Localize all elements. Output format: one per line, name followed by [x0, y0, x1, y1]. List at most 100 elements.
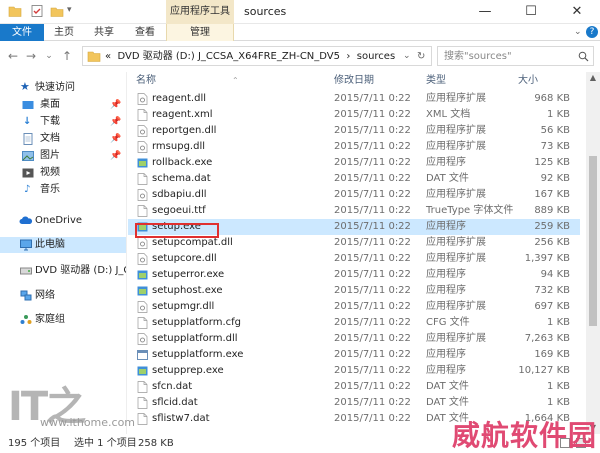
sort-ascending-icon: ⌃ [232, 76, 239, 85]
properties-icon[interactable] [30, 4, 44, 18]
file-size: 167 KB [534, 189, 570, 200]
file-row[interactable]: setupmgr.dll 2015/7/11 0:22 应用程序扩展 697 KB [128, 299, 580, 315]
cloud-icon [19, 216, 33, 224]
tab-home[interactable]: 主页 [44, 24, 84, 41]
expand-ribbon-icon[interactable]: ⌄ [574, 24, 582, 41]
file-row[interactable]: setupcore.dll 2015/7/11 0:22 应用程序扩展 1,397 K… [128, 251, 580, 267]
file-row[interactable]: setuphost.exe 2015/7/11 0:22 应用程序 732 KB [128, 283, 580, 299]
recent-locations-icon[interactable]: ⌄ [42, 49, 56, 63]
nav-desktop[interactable]: 桌面 📌 [0, 97, 126, 113]
column-date[interactable]: 修改日期 [334, 72, 374, 90]
file-row[interactable]: rollback.exe 2015/7/11 0:22 应用程序 125 KB [128, 155, 580, 171]
star-icon: ★ [20, 80, 30, 93]
file-date: 2015/7/11 0:22 [334, 349, 411, 360]
nav-label: OneDrive [35, 215, 83, 226]
file-size: 94 KB [540, 269, 570, 280]
tab-view[interactable]: 查看 [124, 24, 166, 41]
file-row[interactable]: sdbapiu.dll 2015/7/11 0:22 应用程序扩展 167 KB [128, 187, 580, 203]
nav-dvd-drive[interactable]: DVD 驱动器 (D:) J_C [0, 263, 126, 279]
breadcrumb-drive[interactable]: DVD 驱动器 (D:) J_CCSA_X64FRE_ZH-CN_DV5 [117, 51, 340, 62]
nav-homegroup[interactable]: 家庭组 [0, 312, 126, 328]
file-row[interactable]: rmsupg.dll 2015/7/11 0:22 应用程序扩展 73 KB [128, 139, 580, 155]
address-dropdown-icon[interactable]: ⌄ [403, 47, 411, 66]
help-icon[interactable]: ? [586, 26, 598, 38]
nav-this-pc[interactable]: 此电脑 [0, 237, 126, 253]
file-date: 2015/7/11 0:22 [334, 333, 411, 344]
tab-manage[interactable]: 管理 [166, 24, 234, 41]
file-row[interactable]: reagent.xml 2015/7/11 0:22 XML 文档 1 KB [128, 107, 580, 123]
pin-icon[interactable]: 📌 [110, 131, 121, 147]
file-row[interactable]: setupprep.exe 2015/7/11 0:22 应用程序 10,127 KB [128, 363, 580, 379]
refresh-icon[interactable]: ↻ [417, 47, 425, 66]
file-type: 应用程序 [426, 157, 466, 168]
file-type: 应用程序扩展 [426, 333, 486, 344]
pin-icon[interactable]: 📌 [110, 148, 121, 164]
title-bar: ▾ 应用程序工具 sources — ☐ ✕ [0, 0, 600, 24]
tab-share[interactable]: 共享 [84, 24, 124, 41]
file-type: DAT 文件 [426, 173, 469, 184]
file-type: CFG 文件 [426, 317, 470, 328]
file-name: segoeui.ttf [152, 205, 206, 216]
file-row[interactable]: sfcn.dat 2015/7/11 0:22 DAT 文件 1 KB [128, 379, 580, 395]
nav-pictures[interactable]: 图片 📌 [0, 148, 126, 164]
up-icon[interactable]: ↑ [60, 49, 74, 63]
nav-music[interactable]: ♪ 音乐 [0, 182, 126, 198]
nav-label: DVD 驱动器 (D:) J_C [35, 265, 126, 276]
pin-icon[interactable]: 📌 [110, 97, 121, 113]
file-date: 2015/7/11 0:22 [334, 285, 411, 296]
forward-icon[interactable]: → [24, 49, 38, 63]
qa-dropdown-icon[interactable]: ▾ [67, 5, 72, 19]
path-overflow[interactable]: « [105, 51, 111, 62]
nav-onedrive[interactable]: OneDrive [0, 213, 126, 229]
minimize-button[interactable]: — [462, 0, 508, 24]
file-name: setupprep.exe [152, 365, 224, 376]
file-row[interactable]: setupplatform.exe 2015/7/11 0:22 应用程序 169 K… [128, 347, 580, 363]
file-size: 125 KB [534, 157, 570, 168]
file-date: 2015/7/11 0:22 [334, 141, 411, 152]
address-bar[interactable]: « DVD 驱动器 (D:) J_CCSA_X64FRE_ZH-CN_DV5 ›… [82, 46, 432, 66]
vertical-scrollbar[interactable]: ▲ ▼ [586, 72, 600, 434]
nav-quick-access[interactable]: ★ 快速访问 [0, 80, 126, 96]
file-row[interactable]: reportgen.dll 2015/7/11 0:22 应用程序扩展 56 KB [128, 123, 580, 139]
nav-network[interactable]: 网络 [0, 288, 126, 304]
file-name: setupplatform.exe [152, 349, 244, 360]
file-name: sflcid.dat [152, 397, 198, 408]
nav-downloads[interactable]: ↓ 下载 📌 [0, 114, 126, 130]
file-name: reportgen.dll [152, 125, 217, 136]
file-date: 2015/7/11 0:22 [334, 109, 411, 120]
file-row[interactable]: reagent.dll 2015/7/11 0:22 应用程序扩展 968 KB [128, 91, 580, 107]
file-date: 2015/7/11 0:22 [334, 413, 411, 424]
file-row[interactable]: sflcid.dat 2015/7/11 0:22 DAT 文件 1 KB [128, 395, 580, 411]
scroll-up-icon[interactable]: ▲ [586, 72, 600, 84]
breadcrumb-separator[interactable]: › [346, 51, 350, 62]
search-box[interactable]: 搜索"sources" [437, 46, 594, 66]
nav-documents[interactable]: 文档 📌 [0, 131, 126, 147]
file-name: sfcn.dat [152, 381, 193, 392]
file-row[interactable]: setupplatform.dll 2015/7/11 0:22 应用程序扩展 7,2… [128, 331, 580, 347]
column-size[interactable]: 大小 [518, 72, 538, 90]
scroll-thumb[interactable] [589, 156, 597, 326]
file-name: setupplatform.cfg [152, 317, 242, 328]
maximize-button[interactable]: ☐ [508, 0, 554, 24]
search-icon[interactable] [578, 51, 589, 62]
file-date: 2015/7/11 0:22 [334, 269, 411, 280]
new-folder-icon[interactable] [50, 4, 64, 18]
search-input[interactable]: 搜索"sources" [444, 47, 512, 66]
nav-videos[interactable]: 视频 [0, 165, 126, 181]
file-row[interactable]: setuperror.exe 2015/7/11 0:22 应用程序 94 KB [128, 267, 580, 283]
file-size: 1,397 KB [524, 253, 570, 264]
computer-icon [20, 239, 32, 251]
file-row[interactable]: schema.dat 2015/7/11 0:22 DAT 文件 92 KB [128, 171, 580, 187]
back-icon[interactable]: ← [6, 49, 20, 63]
file-size: 1 KB [547, 381, 570, 392]
file-row[interactable]: setupplatform.cfg 2015/7/11 0:22 CFG 文件 1 K… [128, 315, 580, 331]
close-button[interactable]: ✕ [554, 0, 600, 24]
pin-icon[interactable]: 📌 [110, 114, 121, 130]
file-size: 169 KB [534, 349, 570, 360]
breadcrumb-current[interactable]: sources [357, 51, 395, 62]
tab-file[interactable]: 文件 [0, 24, 44, 41]
column-type[interactable]: 类型 [426, 72, 446, 90]
nav-label: 音乐 [40, 184, 60, 195]
column-name[interactable]: 名称 [136, 72, 156, 90]
file-row[interactable]: segoeui.ttf 2015/7/11 0:22 TrueType 字体文件 88… [128, 203, 580, 219]
